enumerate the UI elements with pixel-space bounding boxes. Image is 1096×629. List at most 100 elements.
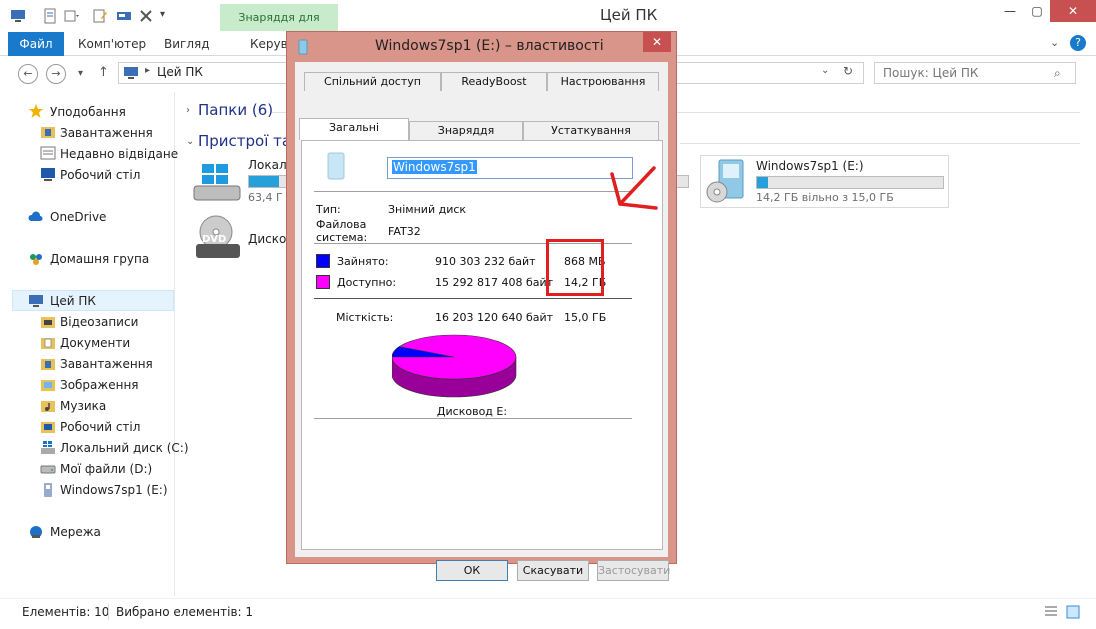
back-button[interactable]: ← [18,64,38,84]
pictures-folder-icon [41,380,55,391]
nav-item-drive-c[interactable]: Локальний диск (C:) [60,438,189,458]
nav-favorites[interactable]: Уподобання [50,102,126,122]
music-folder-icon [41,401,55,412]
drive-name-value: Windows7sp1 [392,160,477,174]
separator [314,418,632,419]
windows-drive-icon[interactable] [192,160,242,204]
windows-drive-icon [41,441,55,454]
tab-sharing[interactable]: Спільний доступ [304,72,441,91]
refresh-icon[interactable]: ↻ [843,64,853,78]
group-collapse-icon[interactable]: ⌄ [186,136,194,147]
forward-button[interactable]: → [46,64,66,84]
rename-icon[interactable] [92,8,108,24]
tab-file[interactable]: Файл [8,32,64,56]
computer-icon[interactable] [10,8,26,24]
map-drive-icon[interactable] [116,8,132,24]
group-expand-icon[interactable]: › [186,105,190,116]
tab-readyboost[interactable]: ReadyBoost [441,72,547,91]
help-icon[interactable]: ? [1070,35,1086,51]
tab-customize[interactable]: Настроювання [547,72,659,91]
qat-dropdown-icon[interactable]: ▾ [160,9,165,20]
drive-e-usage-bar [756,176,944,189]
window-title: Цей ПК [600,6,658,24]
maximize-button[interactable]: ▢ [1024,0,1050,22]
removable-drive-icon [298,39,308,55]
breadcrumb-chevron-icon: ▸ [145,65,151,76]
tab-computer[interactable]: Комп'ютер [78,32,146,56]
dvd-drive-icon[interactable]: DVD [194,214,242,262]
nav-item-recent[interactable]: Недавно відвідане [60,144,178,164]
annotation-highlight-box [546,239,604,296]
capacity-size: 15,0 ГБ [564,311,607,324]
nav-item-desktop[interactable]: Робочий стіл [60,165,140,185]
drive-c-free-text: 63,4 Г [248,191,283,204]
drive-e-label: Windows7sp1 (E:) [756,159,864,173]
properties-icon[interactable] [42,8,58,24]
tab-tools[interactable]: Знаряддя [409,121,523,140]
used-label: Зайнято: [337,255,389,268]
minimize-button[interactable]: — [996,0,1024,22]
nav-item-downloads[interactable]: Завантаження [60,123,153,143]
close-button[interactable]: ✕ [1050,0,1096,22]
drive-c-usage-fill [249,176,280,187]
address-dropdown-icon[interactable]: ⌄ [821,65,829,76]
free-space-swatch [316,275,330,289]
used-space-swatch [316,254,330,268]
group-divider [680,143,1080,144]
nav-onedrive[interactable]: OneDrive [50,207,106,227]
nav-pane-divider[interactable] [174,92,175,596]
nav-item-pictures[interactable]: Зображення [60,375,139,395]
nav-network[interactable]: Мережа [50,522,101,542]
search-input[interactable]: Пошук: Цей ПК [874,62,1076,84]
recent-locations-icon[interactable]: ▾ [78,68,83,79]
tab-general[interactable]: Загальні [299,118,409,140]
nav-homegroup[interactable]: Домашня група [50,249,149,269]
nav-item-downloads-pc[interactable]: Завантаження [60,354,153,374]
devices-group-header[interactable]: Пристрої та [198,132,291,150]
ok-button[interactable]: ОК [436,560,508,581]
title-bar: ▾ Знаряддя для диска Цей ПК — ▢ ✕ [0,0,1096,51]
capacity-label: Місткість: [336,311,394,324]
tab-hardware[interactable]: Устаткування [523,121,659,140]
search-icon[interactable]: ⌕ [1054,66,1061,81]
tab-view[interactable]: Вигляд [164,32,210,56]
view-icon[interactable] [64,8,80,24]
breadcrumb[interactable]: Цей ПК [157,65,203,79]
dialog-close-button[interactable]: ✕ [643,32,671,52]
nav-item-videos[interactable]: Відеозаписи [60,312,138,332]
drive-e-usage-fill [757,177,769,188]
dialog-title-bar[interactable]: Windows7sp1 (E:) – властивості ✕ [287,32,676,60]
separator [314,298,632,299]
onedrive-cloud-icon [28,211,43,221]
folders-group-header[interactable]: Папки (6) [198,101,273,119]
status-bar: Елементів: 10 Вибрано елементів: 1 [0,598,1096,629]
separator [314,191,632,192]
downloads-folder-icon [41,359,55,370]
filesystem-value: FAT32 [388,225,421,238]
used-bytes: 910 303 232 байт [435,255,536,268]
nav-item-drive-e[interactable]: Windows7sp1 (E:) [60,480,168,500]
nav-item-music[interactable]: Музика [60,396,106,416]
cancel-button[interactable]: Скасувати [517,560,589,581]
up-button[interactable]: ↑ [98,65,109,80]
apply-button[interactable]: Застосувати [597,560,670,581]
computer-icon [29,295,43,307]
drive-letter-label: Дисковод E: [436,405,508,418]
nav-this-pc[interactable]: Цей ПК [50,291,96,311]
drive-name-input[interactable]: Windows7sp1 [387,157,633,179]
dialog-body: Спільний доступ ReadyBoost Настроювання … [295,62,670,581]
nav-item-desktop-pc[interactable]: Робочий стіл [60,417,140,437]
removable-drive-large-icon [327,152,345,180]
nav-item-documents[interactable]: Документи [60,333,130,353]
nav-item-drive-d[interactable]: Мої файли (D:) [60,459,152,479]
delete-icon[interactable] [138,8,154,24]
svg-text:DVD: DVD [202,234,226,245]
free-bytes: 15 292 817 408 байт [435,276,554,289]
details-view-icon[interactable] [1044,605,1058,619]
large-icons-view-icon[interactable] [1066,605,1080,619]
filesystem-label: Файлова система: [316,218,368,244]
drive-e-tile[interactable]: Windows7sp1 (E:) 14,2 ГБ вільно з 15,0 Г… [700,155,949,208]
ribbon-expand-icon[interactable]: ⌄ [1050,36,1059,49]
videos-folder-icon [41,317,55,328]
drive-tools-context-tab[interactable]: Знаряддя для диска [220,4,338,51]
